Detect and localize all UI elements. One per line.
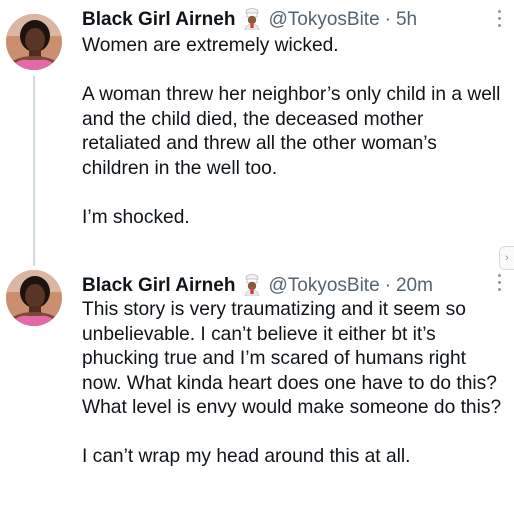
more-options-icon[interactable] (496, 274, 502, 294)
chevron-right-icon[interactable]: › (499, 246, 514, 270)
user-handle[interactable]: @TokyosBite (268, 9, 379, 30)
tweet[interactable]: Black Girl Airneh @TokyosBite · 5h Women ar… (0, 0, 514, 266)
separator-dot: · (384, 9, 391, 30)
tweet-paragraph: This story is very traumatizing and it s… (82, 299, 502, 418)
timestamp[interactable]: 20m (396, 275, 433, 296)
tweet-paragraph: Women are extremely wicked. (82, 35, 339, 56)
display-name[interactable]: Black Girl Airneh (82, 275, 235, 296)
thread-line (33, 76, 35, 266)
avatar[interactable] (6, 270, 62, 326)
tweet-text: Women are extremely wicked. A woman thre… (82, 34, 507, 230)
tweet-paragraph: I can’t wrap my head around this at all. (82, 446, 411, 467)
avatar-image (6, 14, 62, 70)
tweet-paragraph: A woman threw her neighbor’s only child … (82, 84, 501, 179)
user-handle[interactable]: @TokyosBite (268, 275, 379, 296)
tweet-text: This story is very traumatizing and it s… (82, 298, 507, 470)
avatar-image (6, 270, 62, 326)
more-options-icon[interactable] (496, 10, 502, 30)
tweet-paragraph: I’m shocked. (82, 206, 190, 228)
separator-dot: · (384, 275, 391, 296)
display-name[interactable]: Black Girl Airneh (82, 9, 235, 30)
timestamp[interactable]: 5h (396, 9, 417, 30)
tweet-header: Black Girl Airneh @TokyosBite · 20m (82, 273, 433, 299)
tweet[interactable]: Black Girl Airneh @TokyosBite · 20m This st… (0, 266, 514, 531)
tweet-header: Black Girl Airneh @TokyosBite · 5h (82, 7, 417, 33)
avatar[interactable] (6, 14, 62, 70)
